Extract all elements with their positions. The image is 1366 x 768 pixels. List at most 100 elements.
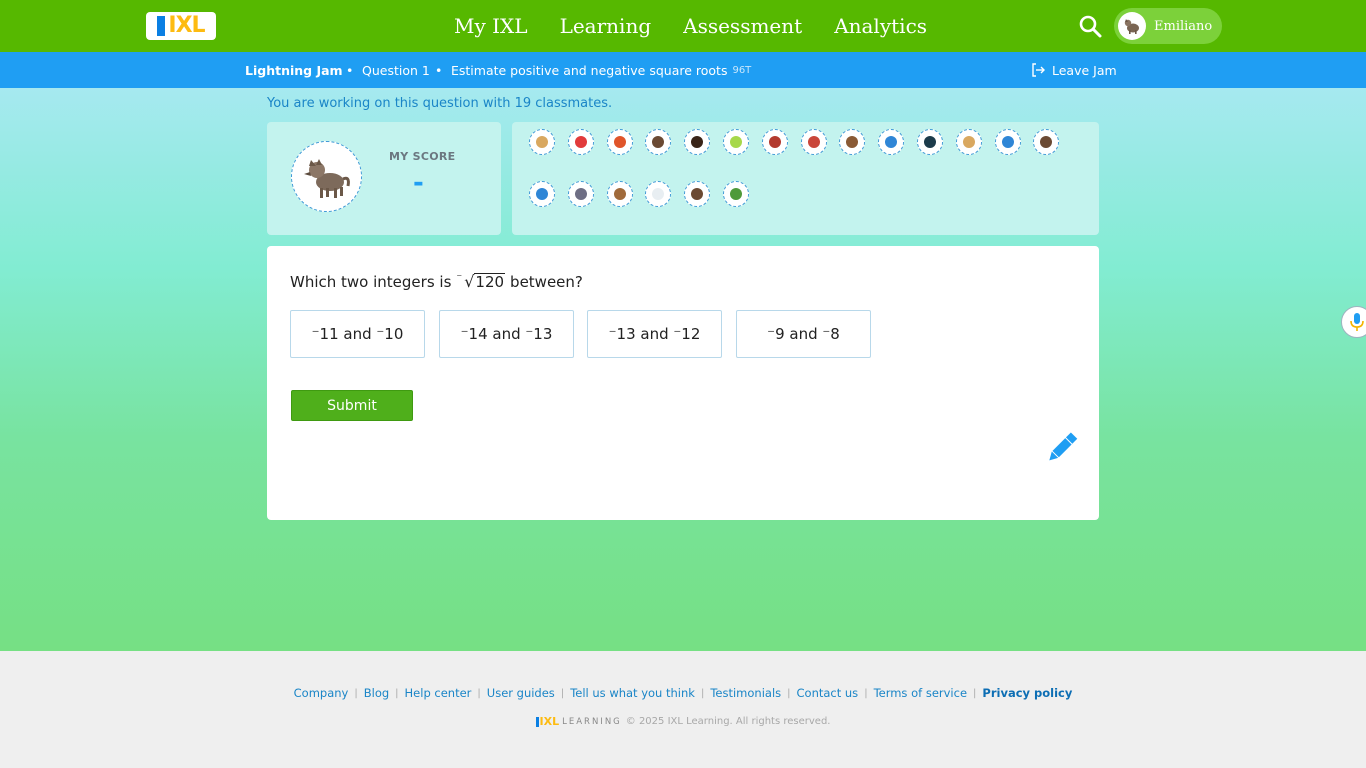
ixl-learning-logo: IXL LEARNING [535,715,622,728]
footer-link-blog[interactable]: Blog [364,686,389,700]
pencil-icon[interactable] [1041,428,1081,468]
classmate-avatar [917,129,943,155]
footer-logo-text: IXL [539,715,560,728]
logo-i-mark [157,16,166,36]
main-nav: My IXL Learning Assessment Analytics [438,0,943,52]
top-nav: IXL My IXL Learning Assessment Analytics… [0,0,1366,52]
answer-choice[interactable]: ⁻11 and ⁻10 [290,310,425,358]
classmate-avatar [529,181,555,207]
footer-link-privacy[interactable]: Privacy policy [982,686,1072,700]
orca-icon [924,136,936,148]
beaver-icon [846,136,859,148]
butterfly-icon [1001,136,1014,148]
breadcrumb-separator: • [346,62,354,78]
footer-separator: | [477,687,481,699]
answer-choice[interactable]: ⁻9 and ⁻8 [736,310,871,358]
lime-icon [730,136,742,148]
footer-separator: | [700,687,705,699]
user-menu-button[interactable]: Emiliano [1114,8,1222,44]
bear-icon [1040,136,1053,148]
footer-logo-word: LEARNING [562,716,622,727]
footer-link-contact[interactable]: Contact us [797,686,859,700]
wolf-icon [1124,19,1139,34]
footer-link-help-center[interactable]: Help center [405,686,472,700]
footer-link-terms[interactable]: Terms of service [874,686,967,700]
leave-jam-button[interactable]: Leave Jam [1030,52,1117,88]
classmates-message: You are working on this question with 19… [267,96,613,111]
classmate-avatar [878,129,905,155]
user-name: Emiliano [1154,18,1213,34]
classmate-avatar [994,129,1021,155]
signpost-icon [730,188,742,200]
classmate-avatar [839,129,866,155]
footer-separator: | [973,687,977,699]
footer-separator: | [395,687,399,699]
score-card: MY SCORE - [267,122,501,235]
camel-icon [536,136,548,148]
user-avatar [1118,12,1146,40]
footer-links: Company | Blog | Help center | User guid… [0,686,1366,700]
answer-choice[interactable]: ⁻14 and ⁻13 [439,310,574,358]
footer-link-company[interactable]: Company [294,686,349,700]
cloud-icon [652,188,665,200]
classmate-avatar [1033,129,1060,155]
prompt-suffix: between? [510,272,583,291]
classmate-avatar [723,129,749,155]
question-prompt: Which two integers is ⁻ √ 120 between? [290,271,583,291]
logo-text: IXL [168,13,205,38]
footer-link-feedback[interactable]: Tell us what you think [570,686,695,700]
classmate-avatar [606,129,633,155]
footer-separator: | [787,687,791,699]
microphone-icon[interactable] [1341,306,1366,338]
classmate-avatar [606,181,633,207]
skill-code: 96T [732,64,752,76]
raccoon-icon [574,188,587,200]
footer-separator: | [560,687,565,699]
footer-separator: | [864,687,868,699]
jam-bar: Lightning Jam • Question 1 • Estimate po… [0,52,1366,88]
wolf-icon [303,158,350,198]
nav-my-ixl[interactable]: My IXL [438,14,544,38]
my-avatar [291,141,362,212]
classmate-avatar [684,129,711,155]
classmate-avatar [761,129,788,155]
footer-separator: | [354,687,358,699]
ixl-logo[interactable]: IXL [146,12,216,40]
answer-choice[interactable]: ⁻13 and ⁻12 [587,310,722,358]
submit-button[interactable]: Submit [291,390,413,421]
logo-i-mark [535,716,539,727]
classmate-avatar [567,129,594,155]
skill-name: Estimate positive and negative square ro… [451,52,751,88]
butterfly-icon [536,188,548,200]
copyright-text: © 2025 IXL Learning. All rights reserved… [625,716,831,727]
bear-icon [652,136,665,148]
radicand: 120 [474,273,506,291]
parrot-icon [613,136,626,148]
camel-icon [962,136,975,148]
classmate-avatar [684,181,711,207]
fire-icon [691,136,704,148]
nav-assessment[interactable]: Assessment [667,14,818,38]
skill-title: Estimate positive and negative square ro… [451,62,728,78]
nav-learning[interactable]: Learning [544,14,668,38]
bear-icon [691,188,704,200]
nav-analytics[interactable]: Analytics [818,14,943,38]
footer-copyright: IXL LEARNING © 2025 IXL Learning. All ri… [0,716,1366,727]
classmate-avatar [800,129,827,155]
monkey-icon [613,188,626,200]
negative-sign: ⁻ [456,271,463,284]
classmate-avatar [723,181,749,207]
question-number: Question 1 [362,62,430,78]
strawberry-icon [574,136,587,148]
footer-link-user-guides[interactable]: User guides [487,686,555,700]
nutcracker-icon [807,136,820,148]
radical-sign: √ [464,272,475,291]
classmate-avatar [645,181,672,207]
prompt-text: Which two integers is [290,272,452,291]
butterfly-icon [885,136,898,148]
classmates-panel [512,122,1099,235]
search-icon[interactable] [1076,12,1104,40]
soldier-icon [768,136,781,148]
footer-link-testimonials[interactable]: Testimonials [710,686,781,700]
leave-jam-label: Leave Jam [1052,62,1117,78]
